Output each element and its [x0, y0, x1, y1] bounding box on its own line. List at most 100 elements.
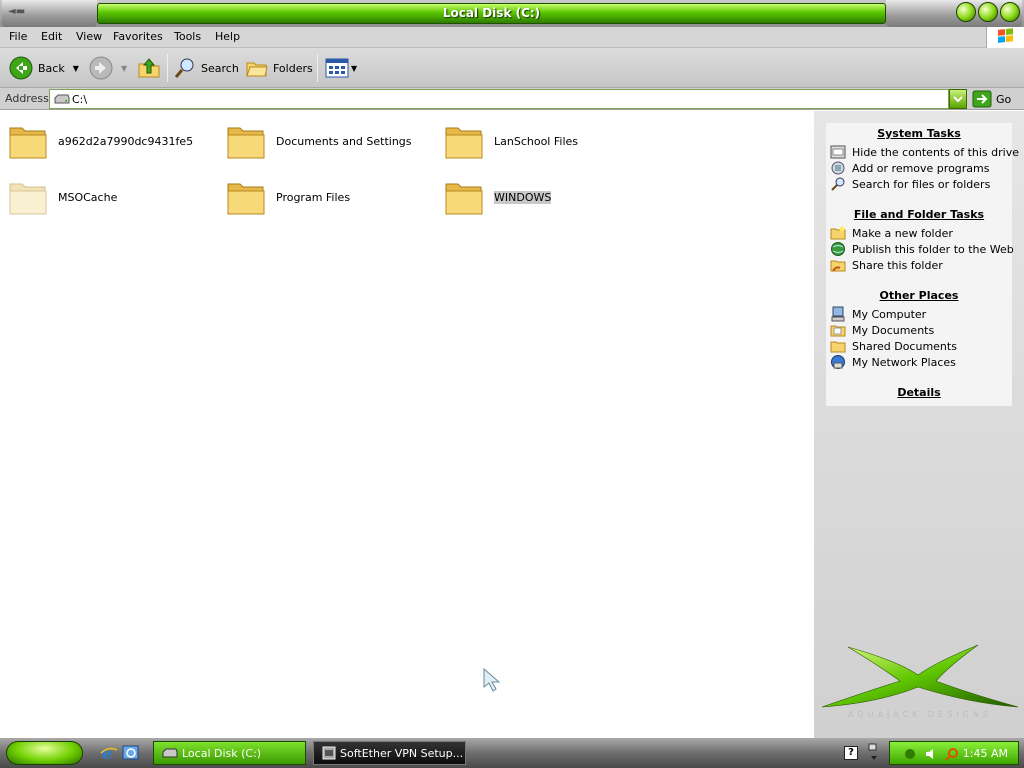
place-shared-documents[interactable]: Shared Documents: [830, 338, 957, 354]
folders-label: Folders: [273, 61, 313, 75]
details-title[interactable]: Details: [826, 386, 1012, 399]
address-dropdown-button[interactable]: [949, 89, 967, 109]
minimize-button[interactable]: [956, 2, 976, 22]
folders-button[interactable]: Folders: [245, 54, 313, 82]
search-icon: [831, 177, 845, 191]
aquajack-x-logo: AQUAJACK DESIGNS: [821, 644, 1019, 719]
forward-button[interactable]: ▼: [89, 54, 127, 82]
folder-item-selected[interactable]: WINDOWS: [444, 175, 552, 219]
title-bar-left-tab: ◄▬: [2, 0, 97, 27]
setup-icon: [322, 746, 336, 760]
go-button[interactable]: Go: [972, 89, 1018, 109]
folders-icon: [246, 62, 268, 77]
task-pane: System Tasks Hide the contents of this d…: [814, 111, 1024, 738]
shared-documents-icon: [830, 341, 846, 353]
task-search-files[interactable]: Search for files or folders: [830, 176, 990, 192]
up-folder-icon: [138, 58, 160, 78]
address-value: C:\: [72, 93, 88, 106]
folder-item[interactable]: MSOCache: [8, 175, 117, 219]
help-icon[interactable]: ?: [844, 746, 858, 760]
folder-icon: [9, 127, 47, 159]
toolbar-separator: [317, 54, 318, 82]
title-bar-right-tab: [886, 0, 1022, 27]
up-folder-button[interactable]: [137, 54, 161, 82]
toolbar-separator: [167, 54, 168, 82]
file-folder-tasks-title[interactable]: File and Folder Tasks: [826, 208, 1012, 221]
go-label: Go: [996, 92, 1012, 106]
outlook-express-icon[interactable]: [122, 744, 140, 762]
standard-toolbar: Back ▼ ▼ Search Folders ▼: [0, 48, 1024, 88]
search-icon: [174, 58, 194, 78]
task-hide-contents[interactable]: Hide the contents of this drive: [830, 144, 1019, 160]
back-arrow-icon: [9, 56, 33, 80]
views-icon: [325, 58, 349, 78]
folder-item[interactable]: Documents and Settings: [226, 119, 412, 163]
clock[interactable]: 1:45 AM: [963, 747, 1008, 760]
file-list-pane[interactable]: a962d2a7990dc9431fe5 Documents and Setti…: [0, 111, 814, 738]
windows-flag-logo: [986, 27, 1024, 48]
forward-dropdown-icon[interactable]: ▼: [121, 64, 127, 73]
place-my-computer[interactable]: My Computer: [830, 306, 926, 322]
task-publish-web[interactable]: Publish this folder to the Web: [830, 241, 1014, 257]
drive-icon: [162, 748, 178, 758]
folder-item[interactable]: Program Files: [226, 175, 350, 219]
folder-icon: [227, 183, 265, 215]
mouse-cursor-icon: [483, 667, 501, 692]
folder-icon: [445, 127, 483, 159]
tray-app-icon[interactable]: [902, 746, 918, 762]
folder-label: a962d2a7990dc9431fe5: [58, 134, 194, 148]
system-tray: 1:45 AM: [889, 741, 1019, 765]
folder-item[interactable]: a962d2a7990dc9431fe5: [8, 119, 193, 163]
folder-label: Program Files: [276, 190, 351, 204]
menu-file[interactable]: File: [9, 30, 27, 43]
place-my-documents[interactable]: My Documents: [830, 322, 934, 338]
new-folder-icon: [830, 226, 846, 240]
forward-arrow-icon: [89, 56, 113, 80]
taskbar-button-softether-vpn[interactable]: SoftEther VPN Setup...: [313, 741, 466, 765]
back-label: Back: [38, 61, 65, 75]
my-documents-icon: [830, 325, 846, 337]
system-tasks-title[interactable]: System Tasks: [826, 127, 1012, 140]
task-add-remove-programs[interactable]: Add or remove programs: [830, 160, 990, 176]
start-button[interactable]: [6, 741, 83, 765]
menu-edit[interactable]: Edit: [41, 30, 62, 43]
go-arrow-icon: [972, 90, 992, 108]
maximize-button[interactable]: [978, 2, 998, 22]
menu-favorites[interactable]: Favorites: [113, 30, 163, 43]
back-button[interactable]: Back ▼: [9, 54, 79, 82]
globe-icon: [831, 242, 845, 256]
folder-icon: [445, 183, 483, 215]
hidden-folder-icon: [9, 183, 47, 215]
back-dropdown-icon[interactable]: ▼: [73, 64, 79, 73]
folder-label: LanSchool Files: [494, 134, 578, 148]
views-button[interactable]: ▼: [325, 54, 357, 82]
hide-contents-icon: [830, 145, 846, 159]
search-button[interactable]: Search: [173, 54, 239, 82]
title-bar-caption: Local Disk (C:): [97, 3, 886, 24]
folder-item[interactable]: LanSchool Files: [444, 119, 578, 163]
address-label: Address: [5, 92, 49, 105]
network-places-icon: [831, 355, 845, 369]
menu-bar: File Edit View Favorites Tools Help: [0, 27, 1024, 48]
menu-view[interactable]: View: [76, 30, 102, 43]
menu-help[interactable]: Help: [215, 30, 240, 43]
window-menu-icon[interactable]: ◄▬: [8, 6, 25, 17]
title-bar[interactable]: ◄▬ Local Disk (C:): [0, 0, 1024, 27]
internet-explorer-icon[interactable]: e: [100, 744, 118, 762]
explorer-window: ◄▬ Local Disk (C:) File Edit View Favori…: [0, 0, 1024, 738]
taskbar-button-local-disk[interactable]: Local Disk (C:): [153, 741, 306, 765]
other-places-title[interactable]: Other Places: [826, 289, 1012, 302]
views-dropdown-icon[interactable]: ▼: [351, 64, 357, 73]
folder-icon: [227, 127, 265, 159]
place-my-network-places[interactable]: My Network Places: [830, 354, 956, 370]
network-tray-icon[interactable]: [866, 742, 880, 764]
task-new-folder[interactable]: Make a new folder: [830, 225, 953, 241]
menu-tools[interactable]: Tools: [174, 30, 201, 43]
folder-label: WINDOWS: [494, 190, 552, 204]
close-button[interactable]: [1000, 2, 1020, 22]
task-share-folder[interactable]: Share this folder: [830, 257, 943, 273]
tray-search-icon[interactable]: [944, 746, 960, 762]
address-bar: Address C:\ Go: [0, 88, 1024, 110]
tray-volume-icon[interactable]: [924, 746, 940, 762]
address-input[interactable]: C:\: [49, 89, 949, 109]
